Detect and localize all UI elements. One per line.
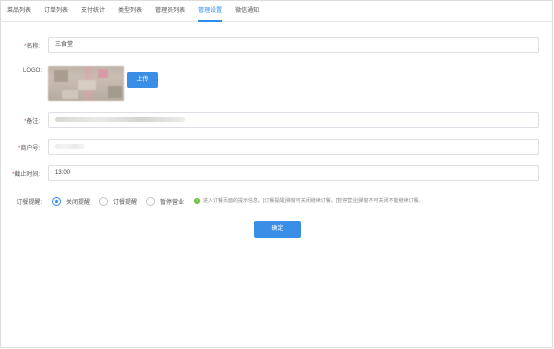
remark-label: *备注: (23, 119, 40, 125)
merchant-no-label: *商户号: (17, 146, 40, 152)
radio-close-reminder[interactable]: 关闭提醒 (52, 196, 90, 206)
merchant-no-input[interactable] (48, 139, 539, 155)
tab-admin-list[interactable]: 管理员列表 (155, 0, 185, 21)
radio-order-reminder[interactable]: 订餐提醒 (99, 196, 137, 206)
name-label: *名称: (23, 44, 40, 50)
confirm-button[interactable]: 确定 (254, 221, 301, 238)
merchant-no-blurred-value (55, 143, 85, 149)
logo-image (48, 66, 124, 101)
radio-dot (99, 196, 109, 206)
tab-order-list[interactable]: 订单列表 (44, 0, 68, 21)
radio-dot (52, 196, 61, 206)
tab-wechat-notify[interactable]: 微信通知 (235, 0, 259, 21)
remark-blurred-value (55, 116, 185, 122)
logo-label: LOGO: (22, 68, 42, 74)
radio-pause-business[interactable]: 暂停营业 (146, 196, 184, 206)
remark-input[interactable] (48, 112, 539, 128)
tab-dish-list[interactable]: 菜品列表 (7, 0, 31, 21)
order-notice-label: 订餐提醒: (16, 200, 42, 206)
deadline-input[interactable]: 13:00 (48, 165, 539, 181)
radio-dot (146, 196, 156, 206)
tab-bar: 菜品列表 订单列表 支付统计 类型列表 管理员列表 管理设置 微信通知 (0, 0, 552, 22)
order-notice-tip: i 进入订餐页面的提示信息。[订餐提醒]弹窗可关闭继续订餐。[暂停营业]弹窗不可… (194, 197, 424, 204)
tab-management-settings[interactable]: 管理设置 (198, 0, 223, 22)
tab-type-list[interactable]: 类型列表 (118, 0, 142, 21)
tab-payment-stats[interactable]: 支付统计 (81, 0, 105, 21)
upload-button[interactable]: 上传 (127, 72, 158, 88)
deadline-label: *截止时间: (11, 172, 40, 178)
info-icon: i (194, 197, 200, 204)
order-notice-radio-group: 关闭提醒 订餐提醒 暂停营业 (52, 195, 193, 207)
name-input[interactable]: 三食堂 (48, 37, 539, 53)
